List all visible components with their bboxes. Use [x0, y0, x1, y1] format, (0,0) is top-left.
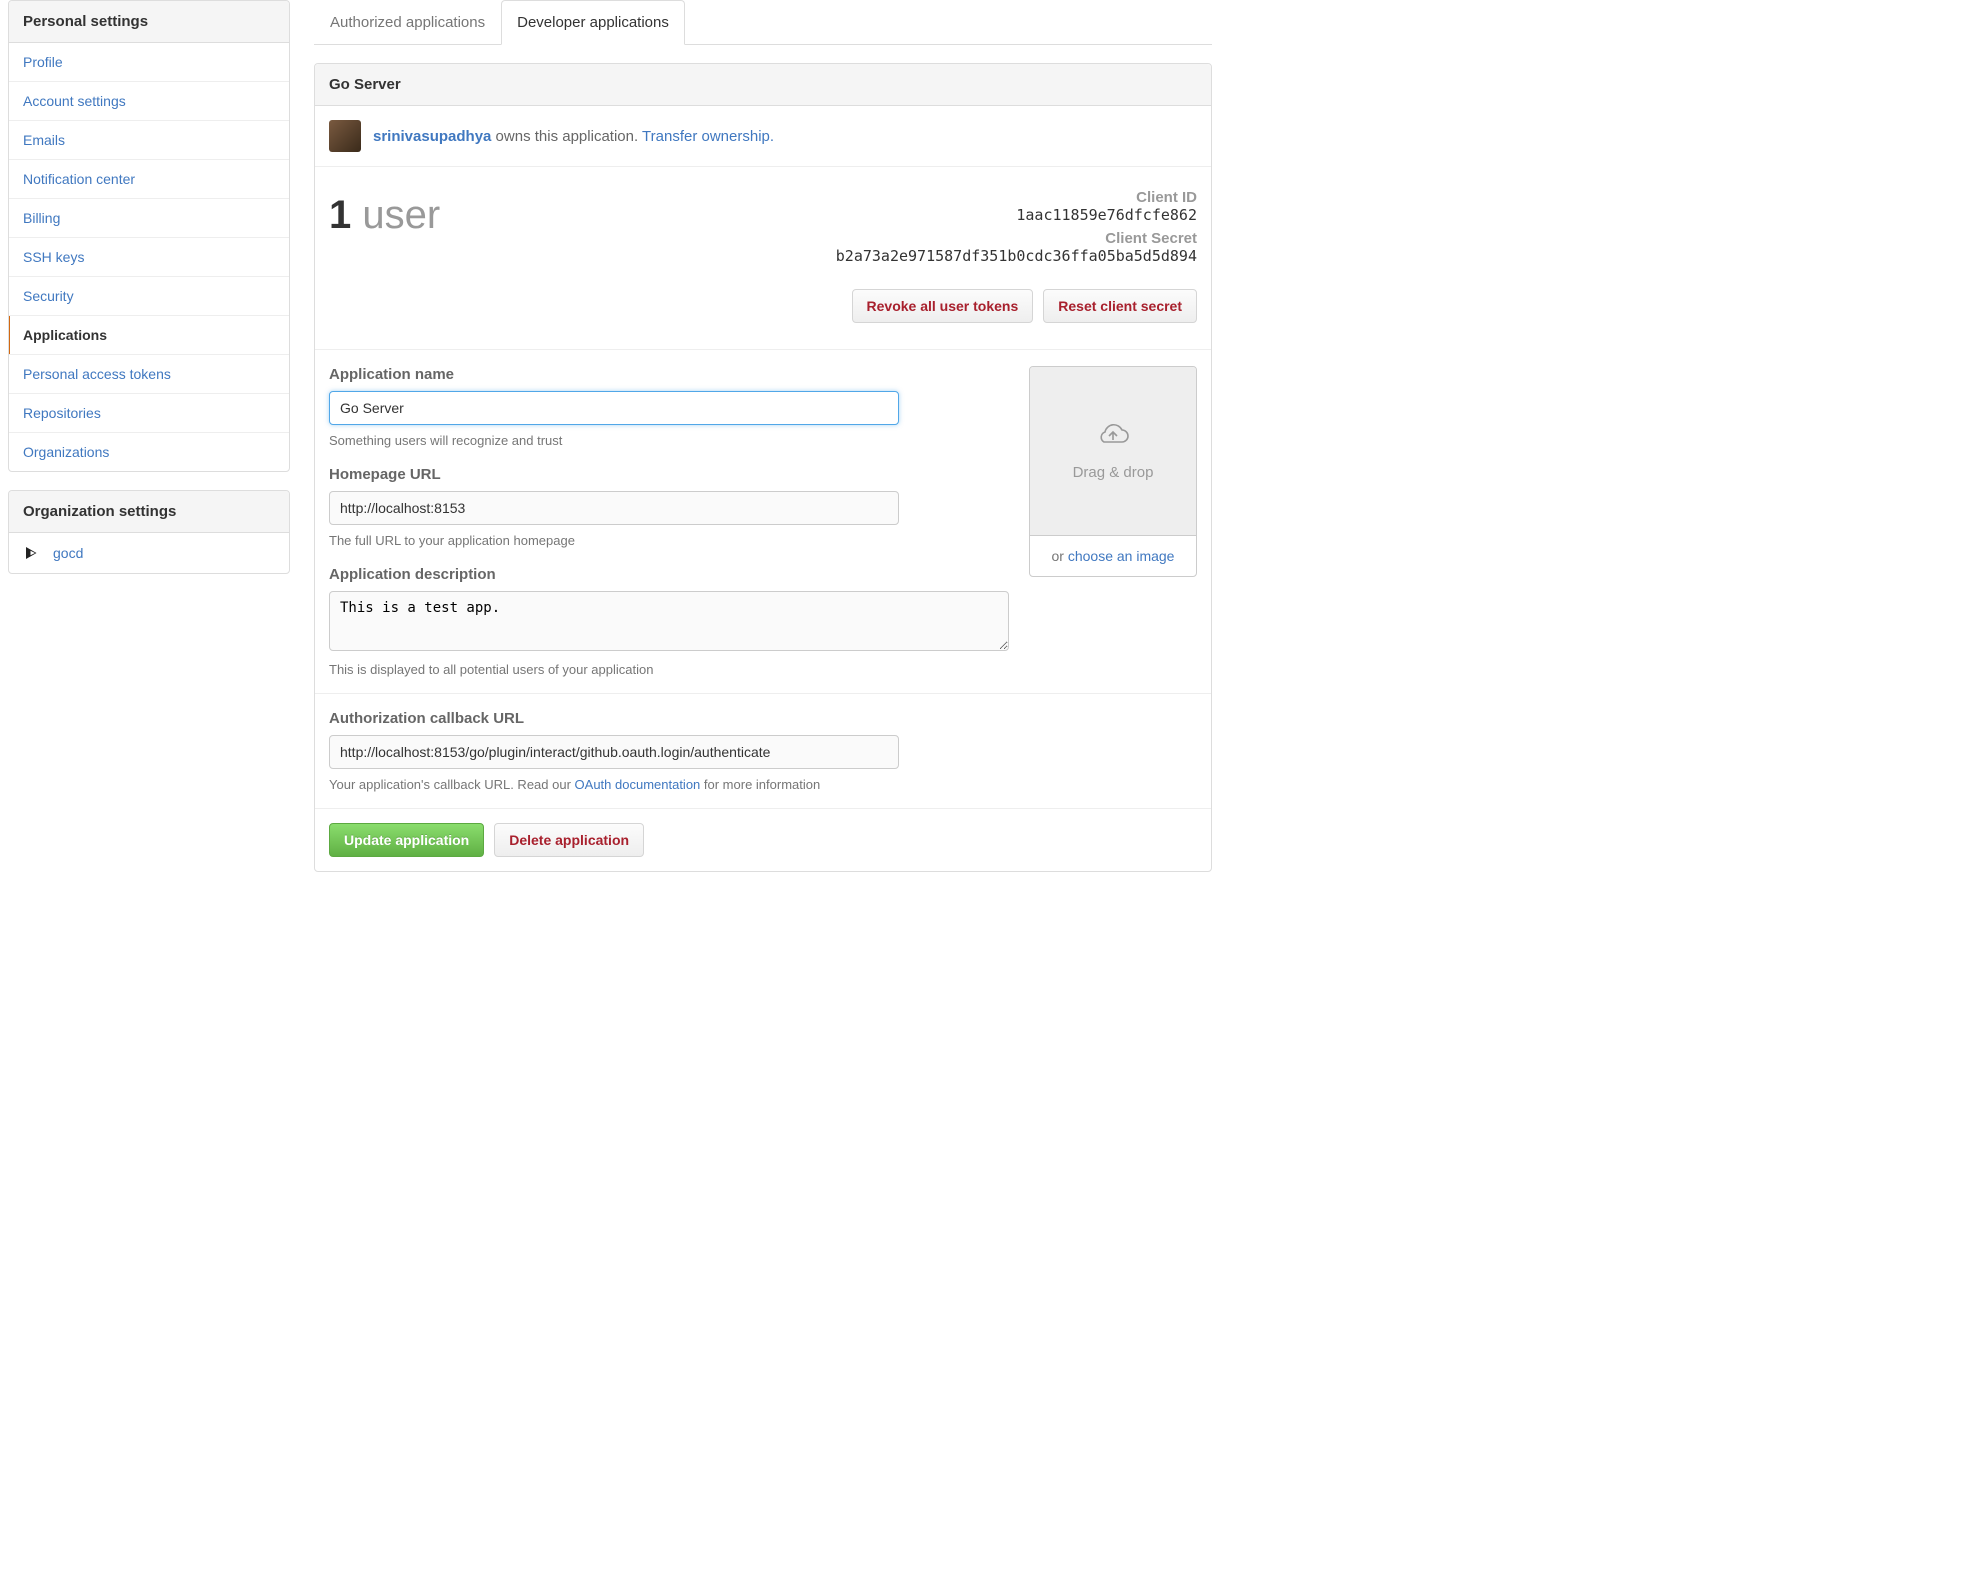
user-count: 1 user [329, 187, 440, 235]
user-count-label: user [351, 193, 440, 237]
callback-url-label: Authorization callback URL [329, 710, 1197, 727]
client-secret-label: Client Secret [836, 230, 1197, 247]
callback-hint-post: for more information [700, 777, 820, 792]
personal-settings-menu: Personal settings Profile Account settin… [8, 0, 290, 472]
client-secret-value: b2a73a2e971587df351b0cdc36ffa05ba5d5d894 [836, 247, 1197, 265]
delete-application-button[interactable]: Delete application [494, 823, 644, 857]
image-upload-box: Drag & drop or choose an image [1029, 366, 1197, 577]
transfer-ownership-link[interactable]: Transfer ownership. [642, 128, 774, 145]
stats-row: 1 user Client ID 1aac11859e76dfcfe862 Cl… [315, 167, 1211, 350]
sidebar-item-ssh-keys[interactable]: SSH keys [9, 238, 289, 277]
application-name-label: Application name [329, 366, 1009, 383]
sidebar-item-billing[interactable]: Billing [9, 199, 289, 238]
image-drop-area[interactable]: Drag & drop [1030, 367, 1196, 535]
action-row: Update application Delete application [315, 808, 1211, 871]
choose-pre: or [1052, 548, 1068, 564]
tab-authorized-applications[interactable]: Authorized applications [314, 0, 501, 45]
choose-image-link[interactable]: choose an image [1068, 548, 1175, 564]
callback-section: Authorization callback URL Your applicat… [315, 694, 1211, 808]
sidebar-item-notification-center[interactable]: Notification center [9, 160, 289, 199]
sidebar-item-personal-access-tokens[interactable]: Personal access tokens [9, 355, 289, 394]
organization-settings-heading: Organization settings [9, 491, 289, 533]
sidebar: Personal settings Profile Account settin… [8, 0, 290, 872]
reset-secret-button[interactable]: Reset client secret [1043, 289, 1197, 323]
owner-owns-text: owns this application. [491, 128, 642, 145]
homepage-url-input[interactable] [329, 491, 899, 525]
sidebar-item-security[interactable]: Security [9, 277, 289, 316]
form-section: Application name Something users will re… [315, 350, 1211, 694]
application-name-input[interactable] [329, 391, 899, 425]
choose-image-row: or choose an image [1030, 535, 1196, 576]
user-count-number: 1 [329, 193, 351, 237]
homepage-url-hint: The full URL to your application homepag… [329, 533, 1009, 548]
tab-developer-applications[interactable]: Developer applications [501, 0, 685, 45]
owner-username-link[interactable]: srinivasupadhya [373, 128, 491, 145]
client-credentials: Client ID 1aac11859e76dfcfe862 Client Se… [836, 187, 1197, 323]
update-application-button[interactable]: Update application [329, 823, 484, 857]
personal-settings-heading: Personal settings [9, 1, 289, 43]
callback-hint-pre: Your application's callback URL. Read ou… [329, 777, 575, 792]
client-id-label: Client ID [836, 189, 1197, 206]
organization-settings-menu: Organization settings gocd [8, 490, 290, 574]
oauth-documentation-link[interactable]: OAuth documentation [575, 777, 701, 792]
application-name-hint: Something users will recognize and trust [329, 433, 1009, 448]
tabs: Authorized applications Developer applic… [314, 0, 1212, 45]
application-description-label: Application description [329, 566, 1009, 583]
owner-row: srinivasupadhya owns this application. T… [315, 106, 1211, 167]
client-id-value: 1aac11859e76dfcfe862 [836, 206, 1197, 224]
sidebar-item-org-gocd[interactable]: gocd [9, 533, 289, 573]
callback-url-input[interactable] [329, 735, 899, 769]
sidebar-item-profile[interactable]: Profile [9, 43, 289, 82]
revoke-tokens-button[interactable]: Revoke all user tokens [852, 289, 1034, 323]
gocd-icon [23, 544, 41, 562]
application-description-input[interactable]: This is a test app. [329, 591, 1009, 651]
sidebar-item-repositories[interactable]: Repositories [9, 394, 289, 433]
cloud-upload-icon [1096, 422, 1130, 454]
owner-avatar [329, 120, 361, 152]
sidebar-item-applications[interactable]: Applications [9, 316, 289, 355]
owner-text: srinivasupadhya owns this application. T… [373, 128, 774, 145]
application-title: Go Server [315, 64, 1211, 106]
sidebar-item-organizations[interactable]: Organizations [9, 433, 289, 471]
main-content: Authorized applications Developer applic… [314, 0, 1212, 872]
callback-url-hint: Your application's callback URL. Read ou… [329, 777, 1197, 792]
homepage-url-label: Homepage URL [329, 466, 1009, 483]
sidebar-item-account-settings[interactable]: Account settings [9, 82, 289, 121]
application-panel: Go Server srinivasupadhya owns this appl… [314, 63, 1212, 872]
sidebar-item-org-label: gocd [53, 545, 83, 561]
sidebar-item-emails[interactable]: Emails [9, 121, 289, 160]
application-description-hint: This is displayed to all potential users… [329, 662, 1009, 677]
drag-drop-label: Drag & drop [1073, 464, 1154, 481]
